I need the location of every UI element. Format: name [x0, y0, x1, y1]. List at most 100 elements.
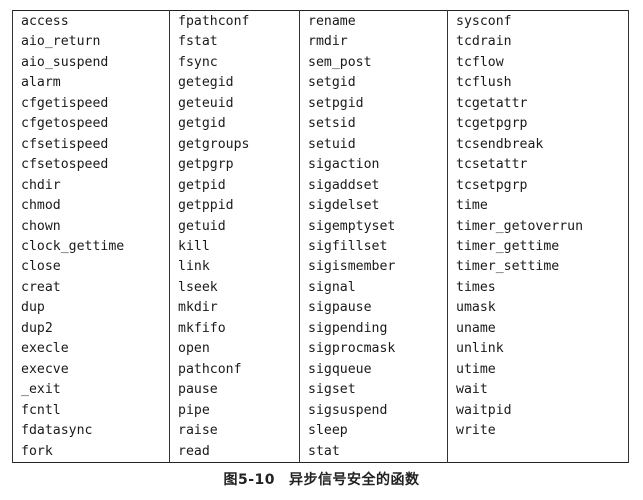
- table-cell: sigismember: [299, 257, 448, 278]
- table-cell: mkdir: [169, 298, 300, 319]
- table-cell: sigdelset: [299, 196, 448, 217]
- table-cell: timer_gettime: [447, 236, 629, 258]
- table-cell: time: [447, 196, 629, 217]
- figure-number: 图5-10: [223, 472, 276, 488]
- table-cell: creat: [12, 277, 170, 299]
- table-cell: tcdrain: [447, 32, 629, 53]
- table-cell: sigpending: [299, 318, 448, 340]
- table-cell: setuid: [299, 134, 448, 156]
- table-row: cfsetispeed getgroups setuid tcsendbreak: [12, 134, 629, 156]
- table-cell: dup2: [12, 318, 170, 340]
- table-cell: getgroups: [169, 134, 300, 156]
- table-cell: open: [169, 339, 300, 360]
- table-row: aio_suspend fsync sem_post tcflow: [12, 52, 629, 74]
- table-cell: getpid: [169, 175, 300, 197]
- table-cell: chmod: [12, 196, 170, 217]
- table-cell: fsync: [169, 52, 300, 74]
- table-row: execle open sigprocmask unlink: [12, 339, 629, 360]
- table-cell: sigemptyset: [299, 216, 448, 237]
- table-cell: getppid: [169, 196, 300, 217]
- table-cell: close: [12, 257, 170, 278]
- table-cell: cfgetispeed: [12, 93, 170, 115]
- table-cell: kill: [169, 236, 300, 258]
- table-cell: getuid: [169, 216, 300, 237]
- table-cell: sigsuspend: [299, 400, 448, 422]
- table-cell: unlink: [447, 339, 629, 360]
- table-row: _exit pause sigset wait: [12, 380, 629, 401]
- table-cell: setsid: [299, 114, 448, 135]
- table-cell: waitpid: [447, 400, 629, 422]
- table-cell: tcsetpgrp: [447, 175, 629, 197]
- table-cell: sigfillset: [299, 236, 448, 258]
- table-cell: setgid: [299, 73, 448, 94]
- table-cell: chown: [12, 216, 170, 237]
- table-cell: execve: [12, 359, 170, 381]
- table-cell: lseek: [169, 277, 300, 299]
- table-cell: timer_getoverrun: [447, 216, 629, 237]
- table-row: cfgetospeed getgid setsid tcgetpgrp: [12, 114, 629, 135]
- table-cell: timer_settime: [447, 257, 629, 278]
- table-row: alarm getegid setgid tcflush: [12, 73, 629, 94]
- table-cell: uname: [447, 318, 629, 340]
- table-cell: link: [169, 257, 300, 278]
- figure-title: 异步信号安全的函数: [289, 472, 420, 488]
- table-row: cfgetispeed geteuid setpgid tcgetattr: [12, 93, 629, 115]
- table-cell: [447, 441, 629, 463]
- table-row: creat lseek signal times: [12, 277, 629, 299]
- table-cell: mkfifo: [169, 318, 300, 340]
- table-cell: cfsetospeed: [12, 155, 170, 176]
- table-cell: write: [447, 421, 629, 442]
- table-cell: utime: [447, 359, 629, 381]
- table-cell: sigprocmask: [299, 339, 448, 360]
- table-cell: rmdir: [299, 32, 448, 53]
- table-cell: cfsetispeed: [12, 134, 170, 156]
- table-cell: umask: [447, 298, 629, 319]
- table-cell: tcflow: [447, 52, 629, 74]
- table-cell: access: [12, 10, 170, 33]
- table-cell: read: [169, 441, 300, 463]
- table-cell: stat: [299, 441, 448, 463]
- table-cell: signal: [299, 277, 448, 299]
- table-cell: tcgetpgrp: [447, 114, 629, 135]
- table-cell: times: [447, 277, 629, 299]
- table-row: cfsetospeed getpgrp sigaction tcsetattr: [12, 155, 629, 176]
- table-row: close link sigismember timer_settime: [12, 257, 629, 278]
- table-cell: getpgrp: [169, 155, 300, 176]
- table-cell: sigpause: [299, 298, 448, 319]
- table-cell: sysconf: [447, 10, 629, 33]
- table-cell: fstat: [169, 32, 300, 53]
- table-cell: raise: [169, 421, 300, 442]
- table-cell: tcsendbreak: [447, 134, 629, 156]
- table-row: chdir getpid sigaddset tcsetpgrp: [12, 175, 629, 197]
- table-cell: sigaddset: [299, 175, 448, 197]
- table-cell: sem_post: [299, 52, 448, 74]
- table-row: fork read stat: [12, 441, 629, 463]
- table-cell: fcntl: [12, 400, 170, 422]
- table-cell: sleep: [299, 421, 448, 442]
- table-cell: sigaction: [299, 155, 448, 176]
- function-table: access fpathconf rename sysconf aio_return fs…: [12, 10, 629, 463]
- table-cell: tcsetattr: [447, 155, 629, 176]
- table-row: execve pathconf sigqueue utime: [12, 359, 629, 381]
- table-cell: pathconf: [169, 359, 300, 381]
- table-row: clock_gettime kill sigfillset timer_gettime: [12, 236, 629, 258]
- function-table-body: access fpathconf rename sysconf aio_return fs…: [12, 10, 629, 463]
- table-cell: _exit: [12, 380, 170, 401]
- table-row: access fpathconf rename sysconf: [12, 10, 629, 33]
- table-row: fcntl pipe sigsuspend waitpid: [12, 400, 629, 422]
- table-cell: setpgid: [299, 93, 448, 115]
- table-cell: dup: [12, 298, 170, 319]
- table-row: chown getuid sigemptyset timer_getoverrun: [12, 216, 629, 237]
- document-page: access fpathconf rename sysconf aio_return fs…: [0, 0, 643, 500]
- table-cell: aio_suspend: [12, 52, 170, 74]
- table-cell: sigset: [299, 380, 448, 401]
- table-row: dup2 mkfifo sigpending uname: [12, 318, 629, 340]
- table-row: dup mkdir sigpause umask: [12, 298, 629, 319]
- table-cell: getgid: [169, 114, 300, 135]
- table-cell: aio_return: [12, 32, 170, 53]
- table-cell: fpathconf: [169, 10, 300, 33]
- table-cell: tcflush: [447, 73, 629, 94]
- table-cell: alarm: [12, 73, 170, 94]
- table-cell: sigqueue: [299, 359, 448, 381]
- table-cell: getegid: [169, 73, 300, 94]
